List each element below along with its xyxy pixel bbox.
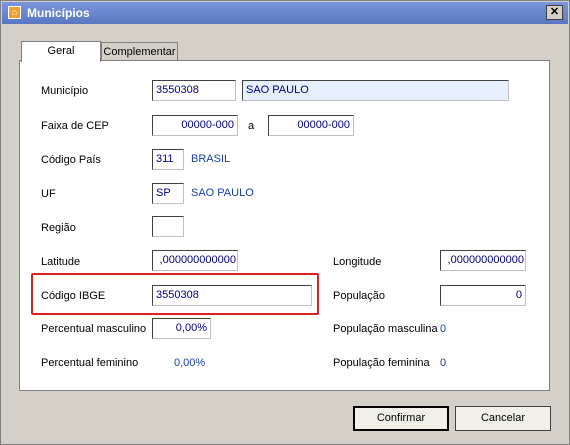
- populacao-field[interactable]: 0: [440, 285, 526, 306]
- municipio-code-field[interactable]: 3550308: [152, 80, 236, 101]
- app-icon: ⌂: [8, 6, 21, 19]
- tab-complementar[interactable]: Complementar: [101, 42, 178, 62]
- tab-geral-label: Geral: [47, 45, 75, 57]
- faixa-cep-label: Faixa de CEP: [41, 120, 109, 132]
- geral-panel: [19, 60, 550, 391]
- codigo-pais-label: Código País: [41, 154, 101, 166]
- latitude-label: Latitude: [41, 256, 81, 268]
- municipios-window: ⌂ Municípios ✕ Geral Complementar Municí…: [0, 0, 570, 445]
- codigo-pais-field[interactable]: 311: [152, 149, 184, 170]
- pais-name: BRASIL: [191, 153, 231, 165]
- window-title: Municípios: [27, 6, 90, 20]
- codigo-ibge-label: Código IBGE: [41, 290, 106, 302]
- longitude-field[interactable]: ,000000000000: [440, 250, 526, 271]
- municipio-label: Município: [41, 85, 89, 97]
- populacao-label: População: [333, 290, 385, 302]
- cancel-button[interactable]: Cancelar: [455, 406, 551, 431]
- uf-field[interactable]: SP: [152, 183, 184, 204]
- tab-complementar-label: Complementar: [103, 46, 176, 58]
- cep-from-field[interactable]: 00000-000: [152, 115, 238, 136]
- populacao-feminina-label: População feminina: [333, 357, 430, 369]
- uf-name: SAO PAULO: [191, 187, 254, 199]
- populacao-masculina-label: População masculina: [333, 323, 438, 335]
- codigo-ibge-field[interactable]: 3550308: [152, 285, 312, 306]
- uf-label: UF: [41, 188, 56, 200]
- latitude-field[interactable]: ,000000000000: [152, 250, 238, 271]
- regiao-label: Região: [41, 222, 76, 234]
- longitude-label: Longitude: [333, 256, 382, 268]
- tab-geral[interactable]: Geral: [21, 41, 101, 62]
- percentual-masculino-field[interactable]: 0,00%: [152, 318, 211, 339]
- cep-separator: a: [248, 120, 255, 132]
- cep-to-field[interactable]: 00000-000: [268, 115, 354, 136]
- populacao-feminina-value: 0: [440, 357, 447, 369]
- close-button[interactable]: ✕: [546, 5, 563, 20]
- populacao-masculina-value: 0: [440, 323, 447, 335]
- percentual-feminino-value: 0,00%: [174, 357, 206, 369]
- regiao-field[interactable]: [152, 216, 184, 237]
- municipio-name-field[interactable]: SAO PAULO: [242, 80, 509, 101]
- confirm-button[interactable]: Confirmar: [353, 406, 449, 431]
- percentual-masculino-label: Percentual masculino: [41, 323, 147, 335]
- title-bar[interactable]: ⌂ Municípios ✕: [2, 2, 568, 24]
- percentual-feminino-label: Percentual feminino: [41, 357, 139, 369]
